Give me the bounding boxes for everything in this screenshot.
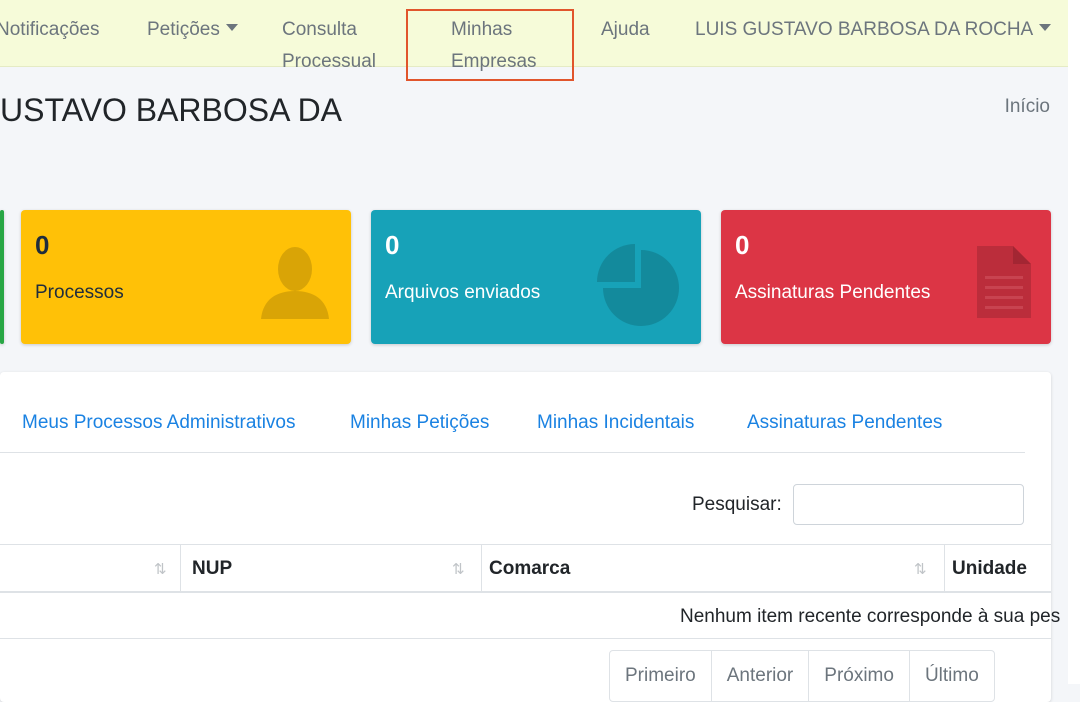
nav-consulta-processual-line1[interactable]: Consulta	[282, 14, 357, 46]
search-input[interactable]	[793, 484, 1024, 525]
chevron-down-icon	[225, 24, 238, 32]
tab-assinaturas-pendentes[interactable]: Assinaturas Pendentes	[747, 412, 942, 434]
table-row-border	[0, 638, 1051, 639]
highlight-box	[406, 9, 574, 81]
table-header-top-border	[0, 544, 1051, 545]
window-edge	[1068, 0, 1080, 684]
empty-table-message: Nenhum item recente corresponde à sua pe…	[680, 606, 1061, 627]
nav-peticoes-label: Petições	[147, 19, 220, 40]
sort-icon[interactable]: ⇅	[914, 560, 927, 578]
column-header-comarca[interactable]: Comarca	[489, 558, 570, 580]
breadcrumb-inicio[interactable]: Início	[1005, 96, 1050, 118]
document-icon	[977, 246, 1031, 323]
stat-box-partial	[0, 210, 4, 344]
column-header-nup[interactable]: NUP	[192, 558, 232, 580]
nav-user-menu[interactable]: LUIS GUSTAVO BARBOSA DA ROCHA	[695, 14, 1052, 46]
nav-notificacoes[interactable]: Notificações	[0, 14, 100, 46]
stat-label: Arquivos enviados	[385, 282, 541, 303]
column-header-unidade[interactable]: Unidade	[952, 558, 1027, 580]
table-header-bottom-border	[0, 591, 1051, 593]
stat-box-arquivos[interactable]: 0 Arquivos enviados	[371, 210, 701, 344]
tab-incidentais[interactable]: Minhas Incidentais	[537, 412, 694, 434]
stat-box-processos[interactable]: 0 Processos	[21, 210, 351, 344]
pie-chart-icon	[597, 244, 681, 331]
stat-label: Processos	[35, 282, 124, 303]
stat-label: Assinaturas Pendentes	[735, 282, 931, 303]
tab-bar: Meus Processos Administrativos Minhas Pe…	[0, 372, 1025, 453]
user-name: LUIS GUSTAVO BARBOSA DA ROCHA	[695, 19, 1034, 40]
pagination-first-button[interactable]: Primeiro	[609, 650, 712, 702]
sort-icon[interactable]: ⇅	[154, 560, 167, 578]
tab-processos-administrativos[interactable]: Meus Processos Administrativos	[22, 412, 296, 434]
processes-card: Meus Processos Administrativos Minhas Pe…	[0, 372, 1060, 702]
pagination-previous-button[interactable]: Anterior	[710, 650, 810, 702]
stat-box-assinaturas[interactable]: 0 Assinaturas Pendentes	[721, 210, 1051, 344]
stat-value: 0	[35, 230, 50, 260]
sort-icon[interactable]: ⇅	[452, 560, 465, 578]
nav-consulta-processual-line2[interactable]: Processual	[282, 46, 376, 78]
column-divider	[944, 545, 945, 591]
pagination: Primeiro Anterior Próximo Último	[609, 650, 995, 702]
nav-ajuda[interactable]: Ajuda	[601, 14, 650, 46]
column-divider	[180, 545, 181, 591]
nav-peticoes[interactable]: Petições	[147, 14, 238, 46]
search-label: Pesquisar:	[692, 494, 782, 515]
stat-value: 0	[735, 230, 750, 260]
user-icon	[259, 245, 331, 324]
tab-peticoes[interactable]: Minhas Petições	[350, 412, 489, 434]
pagination-next-button[interactable]: Próximo	[808, 650, 910, 702]
stat-value: 0	[385, 230, 400, 260]
page-title: USTAVO BARBOSA DA	[0, 92, 343, 128]
pagination-last-button[interactable]: Último	[908, 650, 995, 702]
chevron-down-icon	[1039, 24, 1052, 32]
column-divider	[481, 545, 482, 591]
